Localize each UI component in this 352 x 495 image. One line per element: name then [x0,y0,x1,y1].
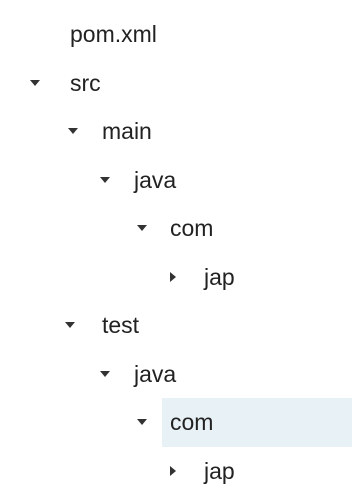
file-tree: pom.xml src main java com jap te [0,0,352,486]
tree-item-label: com [170,398,213,447]
tree-item-label: java [134,350,176,399]
tree-item-label: com [170,204,213,253]
caret-down-icon[interactable] [63,301,77,350]
caret-down-icon[interactable] [98,156,112,205]
tree-item-label: pom.xml [70,10,157,59]
tree-item-pom-xml[interactable]: pom.xml [0,10,352,59]
caret-down-icon[interactable] [135,204,149,253]
tree-item-label: jap [204,447,235,495]
caret-down-icon[interactable] [66,107,80,156]
tree-item-label: src [70,59,101,108]
tree-item-label: jap [204,253,235,302]
tree-item-java[interactable]: java [0,350,352,399]
tree-item-jap[interactable]: jap [0,253,352,302]
caret-right-icon[interactable] [166,447,180,495]
tree-item-src[interactable]: src [0,59,352,108]
tree-item-com[interactable]: com [0,204,352,253]
tree-item-java[interactable]: java [0,156,352,205]
tree-item-label: main [102,107,152,156]
caret-right-icon[interactable] [166,253,180,302]
caret-down-icon[interactable] [135,398,149,447]
tree-item-jap[interactable]: jap [0,447,352,495]
tree-item-test[interactable]: test [0,301,352,350]
tree-item-com-selected[interactable]: com [0,398,352,447]
tree-item-label: java [134,156,176,205]
tree-item-label: test [102,301,139,350]
caret-down-icon[interactable] [28,59,42,108]
tree-item-main[interactable]: main [0,107,352,156]
caret-down-icon[interactable] [98,350,112,399]
